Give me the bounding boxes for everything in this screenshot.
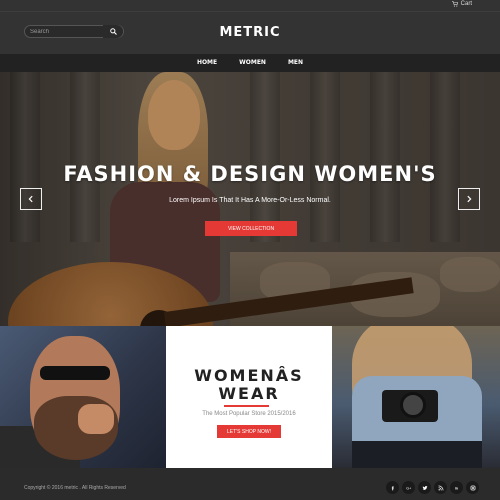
nav-item-men[interactable]: MEN — [277, 54, 314, 72]
instagram-link[interactable] — [466, 481, 479, 494]
promo-title-line2: WEAR — [218, 384, 280, 403]
instagram-icon — [470, 485, 475, 490]
svg-text:G+: G+ — [406, 486, 411, 490]
facebook-link[interactable] — [386, 481, 399, 494]
nav-item-women[interactable]: WOMEN — [228, 54, 277, 72]
promo-divider — [224, 405, 269, 407]
rss-icon — [438, 485, 443, 490]
promo-subtitle: The Most Popular Store 2015/2016 — [202, 411, 296, 417]
view-collection-button[interactable]: VIEW COLLECTION — [205, 221, 297, 236]
rss-link[interactable] — [434, 481, 447, 494]
chevron-right-icon — [467, 195, 472, 203]
promo-women-image[interactable] — [332, 326, 500, 468]
promo-title-line1: WOMENÂS — [194, 366, 304, 385]
twitter-icon — [422, 485, 427, 490]
slider-prev-button[interactable] — [20, 188, 42, 210]
nav-item-home[interactable]: HOME — [186, 54, 228, 72]
shop-now-button[interactable]: LET'S SHOP NOW! — [217, 425, 281, 438]
main-nav: HOME WOMEN MEN — [0, 54, 500, 72]
cart-link[interactable]: Cart — [451, 1, 472, 7]
google-plus-icon: G+ — [406, 486, 411, 490]
svg-text:in: in — [454, 486, 457, 490]
site-footer: Copyright © 2016 metric . All Rights Res… — [0, 468, 500, 500]
google-plus-link[interactable]: G+ — [402, 481, 415, 494]
hero-banner: FASHION & DESIGN WOMEN'S Lorem Ipsum Is … — [0, 72, 500, 326]
site-header: METRIC — [0, 12, 500, 54]
facebook-icon — [391, 485, 394, 490]
linkedin-link[interactable]: in — [450, 481, 463, 494]
site-logo[interactable]: METRIC — [0, 25, 500, 40]
hero-subtitle: Lorem Ipsum Is That It Has A More-Or-Les… — [169, 197, 331, 204]
promo-title: WOMENÂS WEAR — [166, 367, 332, 403]
twitter-link[interactable] — [418, 481, 431, 494]
cart-label: Cart — [460, 1, 472, 7]
linkedin-icon: in — [454, 486, 457, 490]
cart-icon — [451, 1, 458, 7]
slider-next-button[interactable] — [458, 188, 480, 210]
chevron-left-icon — [28, 195, 33, 203]
promo-men-image[interactable] — [0, 326, 166, 468]
hero-title: FASHION & DESIGN WOMEN'S — [63, 162, 437, 186]
top-bar: Cart — [0, 0, 500, 12]
copyright-text: Copyright © 2016 metric . All Rights Res… — [24, 485, 126, 491]
